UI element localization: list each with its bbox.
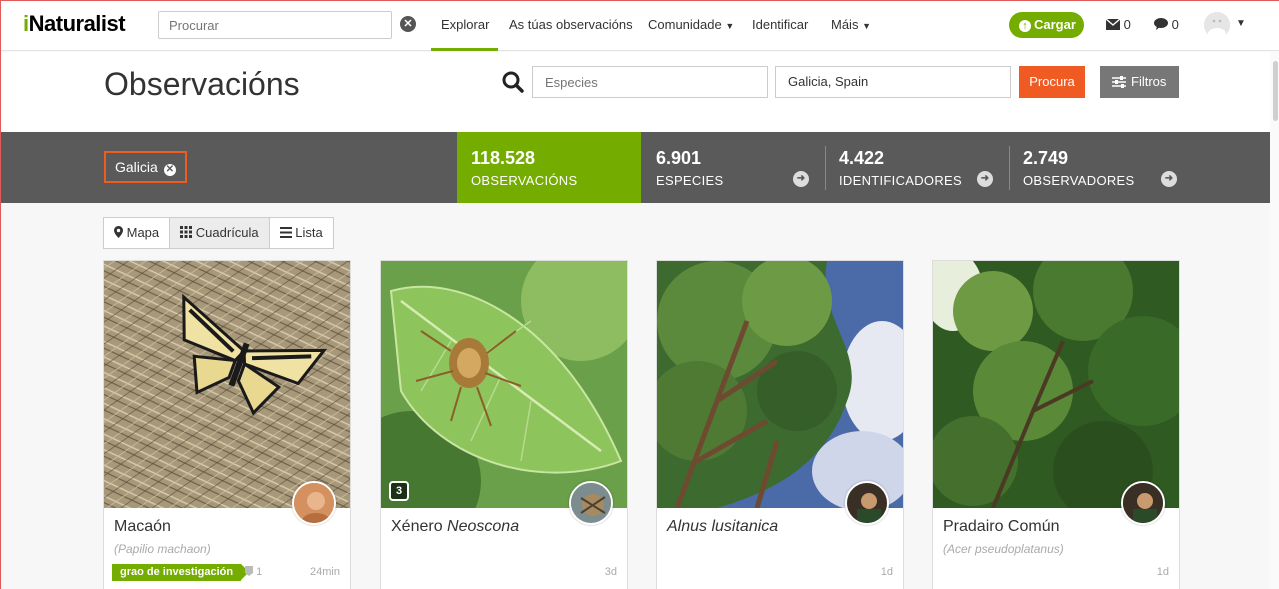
scientific-name: (Acer pseudoplatanus) bbox=[943, 542, 1064, 556]
photo-count-badge: 3 bbox=[389, 481, 409, 501]
chevron-down-icon[interactable]: ▼ bbox=[1236, 18, 1246, 29]
common-name[interactable]: Pradairo Común bbox=[943, 518, 1060, 536]
observation-photo[interactable] bbox=[104, 261, 350, 508]
chevron-down-icon: ▼ bbox=[862, 21, 871, 31]
common-name[interactable]: Macaón bbox=[114, 518, 171, 536]
arrow-right-icon: ➜ bbox=[1161, 171, 1177, 187]
nav-explore[interactable]: Explorar bbox=[441, 17, 489, 32]
stat-species-tab[interactable]: 6.901 ESPECIES ➜ bbox=[641, 132, 825, 203]
place-filter-chip[interactable]: Galicia ✕ bbox=[104, 151, 187, 183]
observation-card[interactable]: Pradairo Común (Acer pseudoplatanus) 1d bbox=[932, 260, 1180, 589]
observation-time: 1d bbox=[880, 566, 893, 578]
chevron-down-icon: ▼ bbox=[725, 21, 735, 31]
map-view-button[interactable]: Mapa bbox=[104, 218, 171, 248]
observer-avatar[interactable] bbox=[1121, 481, 1165, 525]
inaturalist-logo[interactable]: iNaturalist bbox=[23, 11, 126, 37]
observations-header: Observacións Galicia, Spain Procura Filt… bbox=[1, 52, 1279, 132]
grid-view-button[interactable]: Cuadrícula bbox=[170, 218, 270, 248]
observer-avatar[interactable] bbox=[845, 481, 889, 525]
clear-search-icon[interactable]: ✕ bbox=[400, 16, 416, 32]
observer-avatar[interactable] bbox=[292, 481, 336, 525]
tag-icon bbox=[245, 566, 253, 576]
observation-photo[interactable] bbox=[381, 261, 627, 508]
top-navbar: iNaturalist ✕ Explorar As túas observaci… bbox=[1, 1, 1279, 51]
species-input[interactable] bbox=[532, 66, 768, 98]
taxon-name[interactable]: Xénero Neoscona bbox=[391, 518, 519, 536]
filters-button[interactable]: Filtros bbox=[1100, 66, 1179, 98]
taxon-name[interactable]: Alnus lusitanica bbox=[667, 518, 778, 536]
observation-time: 3d bbox=[604, 566, 617, 578]
observation-card[interactable]: Macaón (Papilio machaon) grao de investi… bbox=[103, 260, 351, 589]
scrollbar-thumb[interactable] bbox=[1273, 61, 1278, 121]
page-title: Observacións bbox=[104, 66, 300, 102]
user-avatar[interactable] bbox=[1204, 12, 1230, 40]
nav-identify[interactable]: Identificar bbox=[752, 17, 808, 32]
stats-bar: Galicia ✕ 118.528 OBSERVACIÓNS 6.901 ESPE… bbox=[1, 132, 1279, 203]
observation-card[interactable]: 3 Xénero Neoscona 3d bbox=[380, 260, 628, 589]
speech-bubble-icon bbox=[1154, 18, 1168, 30]
scientific-name: (Papilio machaon) bbox=[114, 542, 211, 556]
upload-button[interactable]: ↑ Cargar bbox=[1009, 12, 1084, 38]
observation-time: 1d bbox=[1156, 566, 1169, 578]
active-nav-indicator bbox=[431, 48, 498, 51]
remove-filter-icon[interactable]: ✕ bbox=[163, 164, 176, 176]
nav-your-observations[interactable]: As túas observacións bbox=[509, 17, 633, 32]
nav-community[interactable]: Comunidade ▼ bbox=[648, 17, 734, 32]
grid-icon bbox=[180, 226, 193, 238]
page-scrollbar[interactable] bbox=[1270, 51, 1279, 589]
identifications-count: 1 bbox=[245, 566, 262, 578]
site-search-input[interactable] bbox=[158, 11, 392, 39]
arrow-right-icon: ➜ bbox=[977, 171, 993, 187]
stat-observations-tab[interactable]: 118.528 OBSERVACIÓNS bbox=[457, 132, 641, 203]
sliders-icon bbox=[1112, 76, 1126, 88]
envelope-icon bbox=[1105, 18, 1121, 30]
quality-grade-badge: grao de investigación bbox=[112, 564, 250, 581]
nav-more[interactable]: Máis ▼ bbox=[831, 17, 871, 32]
observer-avatar[interactable] bbox=[569, 481, 613, 525]
observation-card[interactable]: Alnus lusitanica 1d bbox=[656, 260, 904, 589]
notifications-link[interactable]: 0 bbox=[1154, 17, 1179, 32]
list-icon bbox=[279, 227, 292, 238]
search-icon bbox=[502, 71, 524, 93]
arrow-right-icon: ➜ bbox=[793, 171, 809, 187]
place-input[interactable]: Galicia, Spain bbox=[775, 66, 1011, 98]
stat-identifiers-tab[interactable]: 4.422 IDENTIFICADORES ➜ bbox=[825, 132, 1009, 203]
list-view-button[interactable]: Lista bbox=[270, 218, 333, 248]
observation-photo[interactable] bbox=[933, 261, 1179, 508]
messages-link[interactable]: 0 bbox=[1105, 17, 1131, 32]
observation-time: 24min bbox=[310, 566, 340, 578]
view-toggle: Mapa Cuadrícula Lista bbox=[103, 217, 334, 249]
observation-photo[interactable] bbox=[657, 261, 903, 508]
search-button[interactable]: Procura bbox=[1019, 66, 1085, 98]
stat-observers-tab[interactable]: 2.749 OBSERVADORES ➜ bbox=[1009, 132, 1193, 203]
default-avatar-icon bbox=[1204, 12, 1230, 40]
plus-icon: ↑ bbox=[1019, 20, 1031, 32]
map-marker-icon bbox=[114, 226, 123, 238]
